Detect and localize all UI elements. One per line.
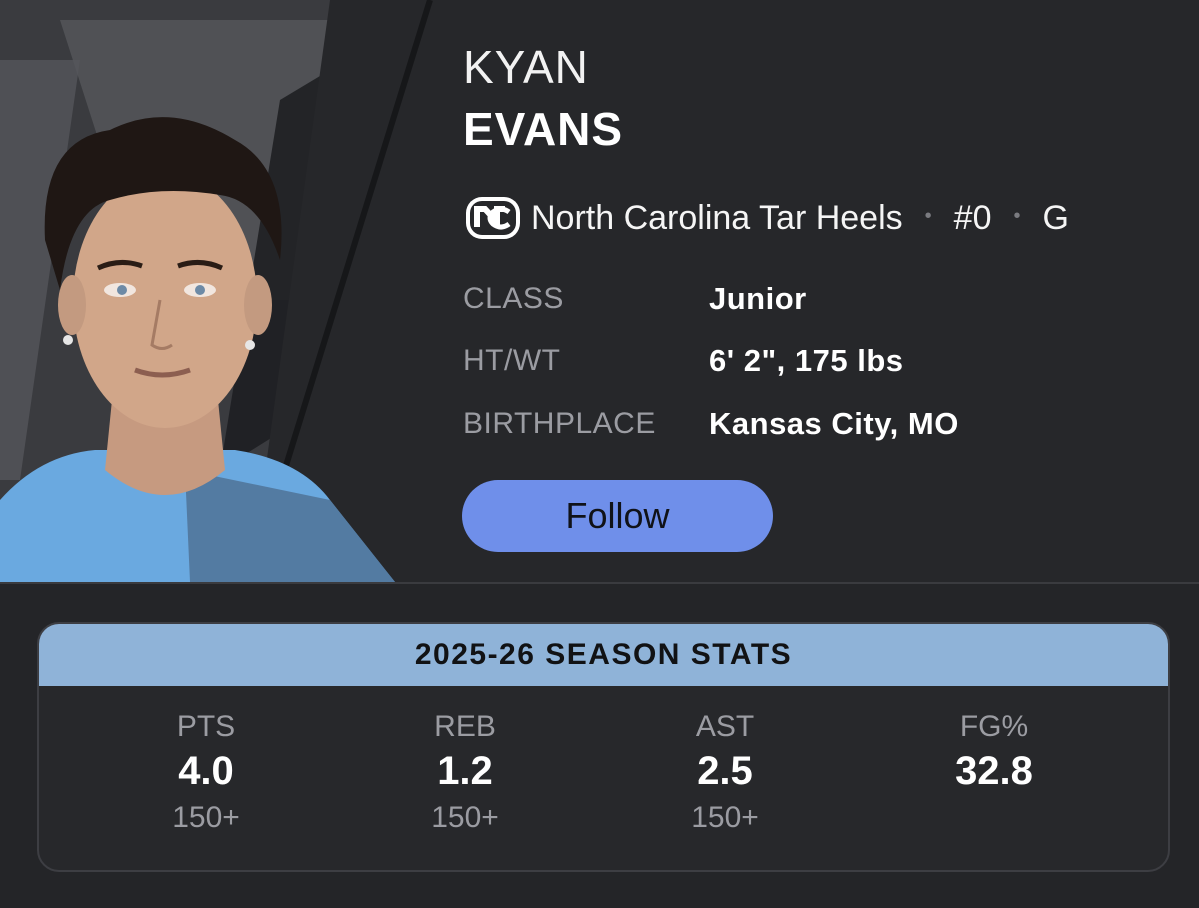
player-hero: KYAN EVANS North Carolina Tar Heels • #0… <box>0 0 1199 582</box>
stat-reb: REB 1.2 150+ <box>365 708 565 840</box>
stat-rank <box>894 796 1094 840</box>
stat-fg-pct: FG% 32.8 <box>894 708 1094 840</box>
stat-rank: 150+ <box>172 801 240 834</box>
info-value: 6' 2", 175 lbs <box>709 343 904 378</box>
info-label: CLASS <box>463 282 564 315</box>
player-position: G <box>1042 198 1069 237</box>
stat-rank: 150+ <box>431 801 499 834</box>
stat-value: 2.5 <box>697 749 753 793</box>
info-value: Kansas City, MO <box>709 406 959 441</box>
info-label: HT/WT <box>463 344 561 377</box>
unc-logo-icon[interactable] <box>465 196 521 240</box>
info-label: BIRTHPLACE <box>463 407 656 440</box>
follow-button[interactable]: Follow <box>462 480 773 552</box>
stats-title: 2025-26 SEASON STATS <box>414 638 793 671</box>
jersey-number: #0 <box>953 198 992 237</box>
stat-ast: AST 2.5 150+ <box>625 708 825 840</box>
player-photo <box>0 0 455 582</box>
info-value: Junior <box>709 281 807 316</box>
separator-dot: • <box>1013 204 1021 227</box>
info-row-birthplace: BIRTHPLACE Kansas City, MO <box>463 404 959 444</box>
stat-value: 1.2 <box>437 749 493 793</box>
stats-header: 2025-26 SEASON STATS <box>39 624 1168 686</box>
player-first-name: KYAN <box>463 41 589 93</box>
separator-dot: • <box>924 204 932 227</box>
stat-label: AST <box>695 710 755 743</box>
info-row-class: CLASS Junior <box>463 279 807 319</box>
team-info-row: North Carolina Tar Heels • #0 • G <box>465 192 1069 244</box>
stat-pts: PTS 4.0 150+ <box>106 708 306 840</box>
divider <box>0 582 1199 584</box>
stat-value: 4.0 <box>178 749 234 793</box>
player-headshot-image <box>0 0 455 582</box>
stat-label: PTS <box>176 710 236 743</box>
stat-value: 32.8 <box>955 749 1033 793</box>
stat-rank: 150+ <box>691 801 759 834</box>
stat-label: FG% <box>959 710 1029 743</box>
team-name-link[interactable]: North Carolina Tar Heels <box>531 199 903 238</box>
info-row-ht-wt: HT/WT 6' 2", 175 lbs <box>463 341 904 381</box>
season-stats-card: 2025-26 SEASON STATS PTS 4.0 150+ REB 1.… <box>37 622 1170 872</box>
player-last-name: EVANS <box>463 103 624 155</box>
stat-label: REB <box>434 710 496 743</box>
